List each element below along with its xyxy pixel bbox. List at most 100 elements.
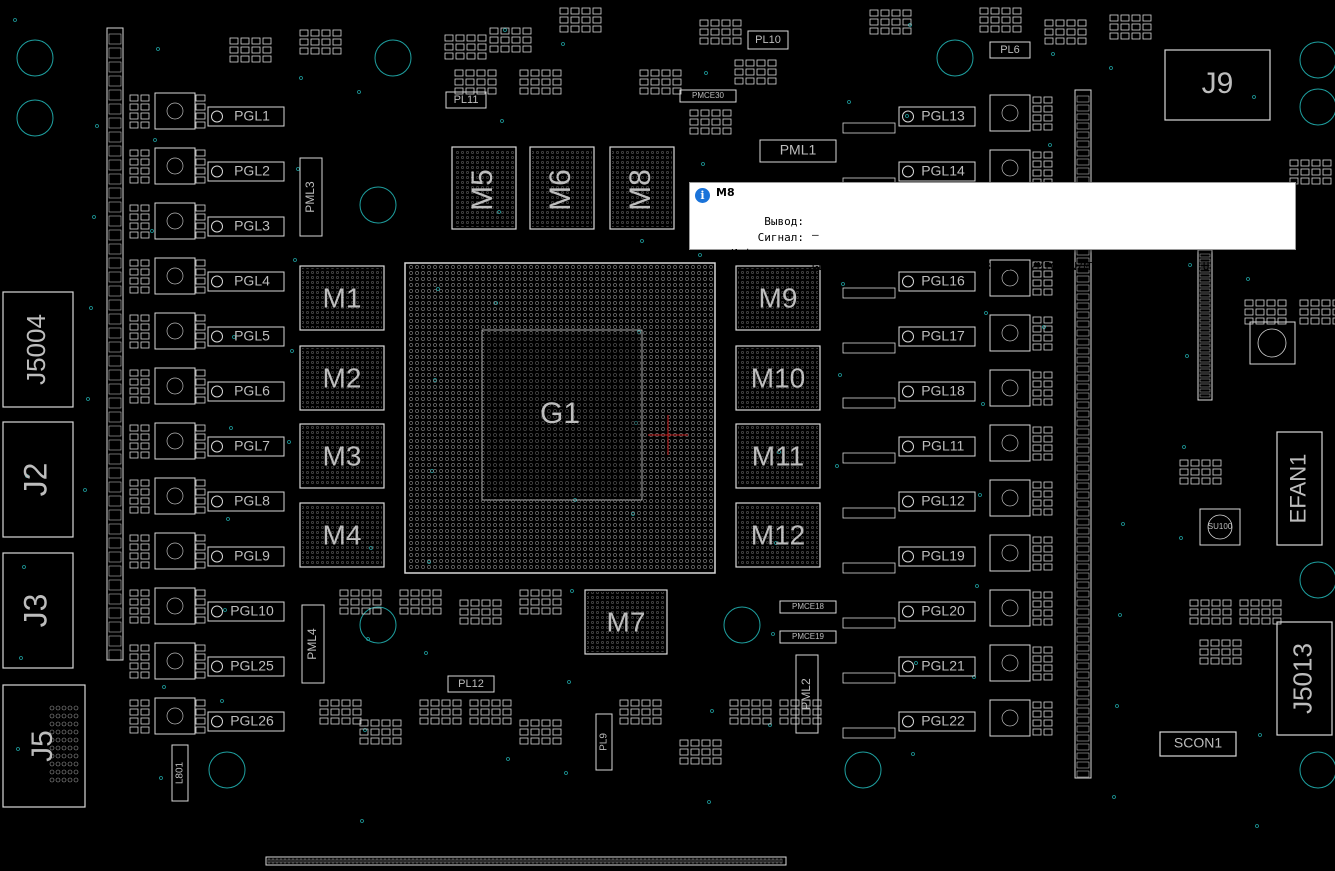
memory-chip-m10[interactable]: M10: [735, 345, 821, 411]
memory-chip-m12[interactable]: M12: [735, 502, 821, 568]
inductor-pgl17[interactable]: PGL17: [898, 326, 976, 347]
inductor-pgl21[interactable]: PGL21: [898, 656, 976, 677]
pml1-label: PML1: [780, 142, 817, 158]
pl12[interactable]: PL12: [447, 675, 495, 693]
inductor-label: PGL4: [234, 273, 270, 289]
pml3[interactable]: PML3: [299, 157, 323, 237]
pl6[interactable]: PL6: [989, 41, 1031, 59]
info-icon: i: [695, 188, 710, 203]
misc-parts: PML3 PML4 PML1 PML2 PL10 PL11 PL6 PL12 PL9 L801 PM…: [171, 30, 1296, 802]
inductor-pgl13[interactable]: PGL13: [898, 106, 976, 127]
inductor-pgl12[interactable]: PGL12: [898, 491, 976, 512]
memory-chip-m3[interactable]: M3: [299, 423, 385, 489]
inductor-pgl9[interactable]: PGL9: [207, 546, 285, 567]
memory-chip-m4[interactable]: M4: [299, 502, 385, 568]
component-info-tooltip: i M8 Вывод: — Сигнал: — Информация: GDDR…: [689, 182, 1296, 273]
connector-efan1[interactable]: EFAN1: [1276, 431, 1323, 546]
inductor-label: PGL20: [921, 603, 965, 619]
pl10[interactable]: PL10: [747, 30, 789, 50]
tooltip-title: M8: [716, 186, 735, 199]
l801[interactable]: L801: [171, 744, 189, 802]
inductor-pgl25[interactable]: PGL25: [207, 656, 285, 677]
inductor-label: PGL25: [230, 658, 274, 674]
inductor-pgl16[interactable]: PGL16: [898, 271, 976, 292]
connector-label: J5: [26, 730, 59, 762]
memory-chip-label: M2: [323, 362, 362, 393]
inductor-label: PGL14: [921, 163, 965, 179]
connector-j9[interactable]: J9: [1164, 49, 1271, 121]
inductor-pgl3[interactable]: PGL3: [207, 216, 285, 237]
pml3-label: PML3: [303, 181, 317, 213]
small-components: [106, 7, 1335, 866]
connector-label: SCON1: [1174, 735, 1222, 751]
inductor-pgl5[interactable]: PGL5: [207, 326, 285, 347]
memory-chip-m8[interactable]: M8: [609, 146, 675, 230]
pl6-label: PL6: [1000, 44, 1020, 56]
pl9[interactable]: PL9: [595, 713, 613, 771]
inductor-pgl8[interactable]: PGL8: [207, 491, 285, 512]
connector-j5013[interactable]: J5013: [1276, 621, 1333, 736]
inductor-label: PGL3: [234, 218, 270, 234]
inductor-label: PGL11: [922, 438, 965, 454]
tooltip-row-info: Информация: GDDR6X 512M*32 21G 1.35V FBG…: [731, 247, 1210, 273]
connector-scon1[interactable]: SCON1: [1159, 731, 1237, 757]
inductor-pgl2[interactable]: PGL2: [207, 161, 285, 182]
memory-chip-label: M9: [759, 282, 798, 313]
inductor-label: PGL2: [234, 163, 270, 179]
memory-chip-m2[interactable]: M2: [299, 345, 385, 411]
inductor-pgl19[interactable]: PGL19: [898, 546, 976, 567]
inductor-pgl1[interactable]: PGL1: [207, 106, 285, 127]
connector-j5[interactable]: J5: [2, 684, 86, 808]
inductor-pgl20[interactable]: PGL20: [898, 601, 976, 622]
pl11[interactable]: PL11: [445, 91, 487, 109]
connector-j5004[interactable]: J5004: [2, 291, 74, 408]
pl12-label: PL12: [458, 678, 484, 690]
inductor-pgl11[interactable]: PGL11: [898, 436, 976, 457]
memory-chip-m5[interactable]: M5: [451, 146, 517, 230]
memory-chip-m9[interactable]: M9: [735, 265, 821, 331]
pmce19[interactable]: PMCE19: [779, 630, 837, 644]
pml4-label: PML4: [305, 628, 319, 660]
pmce18[interactable]: PMCE18: [779, 600, 837, 614]
pml4[interactable]: PML4: [301, 604, 325, 684]
pl9-label: PL9: [599, 733, 610, 751]
memory-chip-m6[interactable]: M6: [529, 146, 595, 230]
connector-label: J5013: [1287, 643, 1317, 714]
inductor-label: PGL16: [921, 273, 965, 289]
inductor-label: PGL9: [234, 548, 270, 564]
inductor-pgl26[interactable]: PGL26: [207, 711, 285, 732]
pl10-label: PL10: [755, 34, 781, 46]
memory-chip-label: M11: [752, 440, 804, 471]
pml2-label: PML2: [799, 678, 813, 710]
pml1[interactable]: PML1: [759, 139, 837, 163]
inductor-pgl6[interactable]: PGL6: [207, 381, 285, 402]
memory-chip-label: M10: [751, 362, 805, 393]
l801-label: L801: [175, 761, 186, 784]
inductor-label: PGL19: [921, 548, 965, 564]
inductor-label: PGL13: [921, 108, 965, 124]
inductor-pgl4[interactable]: PGL4: [207, 271, 285, 292]
inductor-pgl10[interactable]: PGL10: [207, 601, 285, 622]
memory-chip-m7[interactable]: M7: [584, 589, 668, 655]
inductor-label: PGL26: [230, 713, 274, 729]
pcb-board-view[interactable]: G1 M1 M2 M3 M4 M5 M6 M8 M9 M10 M11 M12 M7 J5004 J2 J3…: [0, 0, 1335, 871]
memory-chip-label: M6: [544, 169, 577, 211]
connector-j2[interactable]: J2: [2, 421, 74, 538]
su100-label: SU100: [1208, 522, 1233, 531]
memory-chip-m11[interactable]: M11: [735, 423, 821, 489]
memory-chip-label: M1: [323, 282, 362, 313]
inductor-label: PGL5: [234, 328, 270, 344]
connector-j3[interactable]: J3: [2, 552, 74, 669]
inductor-pgl7[interactable]: PGL7: [207, 436, 285, 457]
memory-chip-m1[interactable]: M1: [299, 265, 385, 331]
memory-chip-label: M5: [466, 169, 499, 211]
su100[interactable]: SU100: [1199, 508, 1241, 546]
inductor-label: PGL6: [234, 383, 270, 399]
connector-label: J3: [17, 594, 53, 628]
pmce30[interactable]: PMCE30: [679, 89, 737, 103]
inductor-pgl22[interactable]: PGL22: [898, 711, 976, 732]
inductor-pgl18[interactable]: PGL18: [898, 381, 976, 402]
inductor-label: PGL1: [234, 108, 270, 124]
inductor-pgl14[interactable]: PGL14: [898, 161, 976, 182]
inductor-label: PGL12: [921, 493, 965, 509]
